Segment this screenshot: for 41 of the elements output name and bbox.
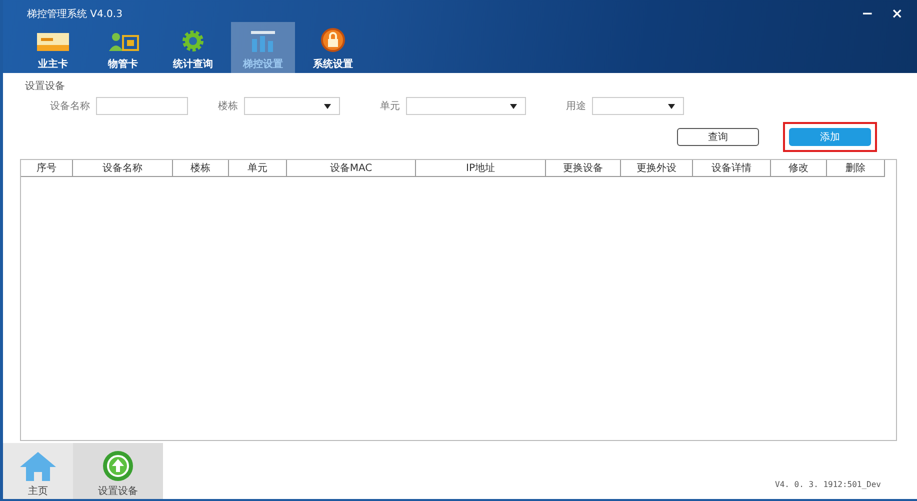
column-header: 序号 — [21, 160, 73, 178]
filter-label: 单元 — [380, 100, 400, 114]
card-icon — [36, 31, 70, 54]
chart-icon — [248, 29, 278, 54]
nav-tab[interactable]: 业主卡 — [21, 22, 85, 74]
column-header: 单元 — [229, 160, 287, 178]
gear-icon — [181, 29, 205, 54]
caret-icon — [668, 104, 675, 110]
caret-icon — [510, 104, 517, 110]
dropdown[interactable] — [244, 97, 340, 116]
version-label: V4. 0. 3. 1912:501_Dev — [775, 480, 881, 489]
nav-tab[interactable]: 物管卡 — [91, 22, 155, 74]
column-header: 设备MAC — [287, 160, 416, 178]
query-button[interactable]: 查询 — [677, 128, 759, 146]
column-header: IP地址 — [416, 160, 546, 178]
nav-tab[interactable]: 系统设置 — [301, 22, 365, 74]
column-header: 修改 — [771, 160, 827, 178]
dropdown[interactable] — [592, 97, 684, 116]
id-card-icon — [106, 31, 140, 54]
nav-tab[interactable]: 统计查询 — [161, 22, 225, 74]
caret-icon — [324, 104, 331, 110]
filter-label: 设备名称 — [50, 100, 90, 114]
upload-icon — [102, 450, 134, 482]
column-header: 更换设备 — [546, 160, 621, 178]
filter-label: 用途 — [566, 100, 586, 114]
name-field[interactable] — [96, 97, 188, 116]
column-header: 删除 — [827, 160, 885, 178]
bottom-nav-item[interactable]: 主页 — [3, 443, 73, 499]
section-title: 设置设备 — [25, 80, 66, 94]
lock-icon — [320, 27, 346, 54]
column-header: 设备详情 — [693, 160, 771, 178]
column-header: 楼栋 — [173, 160, 229, 178]
filter-label: 楼栋 — [218, 100, 238, 114]
column-header: 更换外设 — [621, 160, 693, 178]
bottom-nav-item[interactable]: 设置设备 — [73, 443, 163, 499]
column-header: 设备名称 — [73, 160, 173, 178]
close-button[interactable]: × — [891, 6, 903, 22]
minimize-button[interactable]: − — [862, 6, 874, 22]
window-title: 梯控管理系统 V4.0.3 — [27, 8, 124, 21]
dropdown[interactable] — [406, 97, 526, 116]
home-icon — [19, 450, 57, 482]
